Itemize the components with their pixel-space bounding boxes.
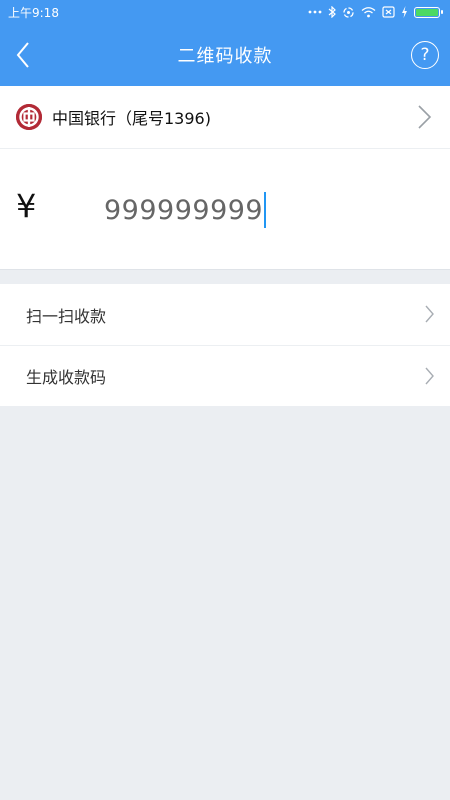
charging-icon <box>401 6 408 18</box>
generate-receive-code-item[interactable]: 生成收款码 <box>0 345 450 406</box>
wifi-icon <box>361 6 376 18</box>
scan-to-receive-item[interactable]: 扫一扫收款 <box>0 284 450 345</box>
amount-value: 999999999 <box>104 194 264 226</box>
header: 二维码收款 ? <box>0 24 450 86</box>
sync-icon <box>342 6 355 19</box>
chevron-right-icon <box>425 305 434 323</box>
page-title: 二维码收款 <box>177 46 273 67</box>
text-cursor <box>264 192 267 228</box>
battery-icon <box>414 6 443 18</box>
chevron-left-icon <box>16 42 29 68</box>
menu-item-label: 扫一扫收款 <box>26 306 107 326</box>
bank-account-selector[interactable]: 中国银行（尾号1396) <box>0 86 450 149</box>
back-button[interactable] <box>10 40 40 70</box>
status-time: 上午9:18 <box>8 5 59 20</box>
receive-options-list: 扫一扫收款 生成收款码 <box>0 284 450 406</box>
bank-of-china-logo <box>16 104 42 130</box>
more-dots-icon <box>308 10 322 14</box>
no-sim-icon <box>382 6 395 18</box>
bank-account-label: 中国银行（尾号1396) <box>52 109 211 128</box>
help-button[interactable]: ? <box>411 41 439 69</box>
currency-symbol: ¥ <box>16 187 37 225</box>
status-icons <box>308 6 443 19</box>
chevron-right-icon <box>425 367 434 385</box>
bluetooth-icon <box>328 6 336 18</box>
menu-item-label: 生成收款码 <box>26 368 107 387</box>
amount-section: ¥ 999999999 <box>0 149 450 270</box>
help-icon: ? <box>420 45 430 65</box>
chevron-right-icon <box>418 105 432 129</box>
amount-input[interactable]: 999999999 <box>104 192 267 228</box>
status-bar: 上午9:18 <box>0 0 450 24</box>
